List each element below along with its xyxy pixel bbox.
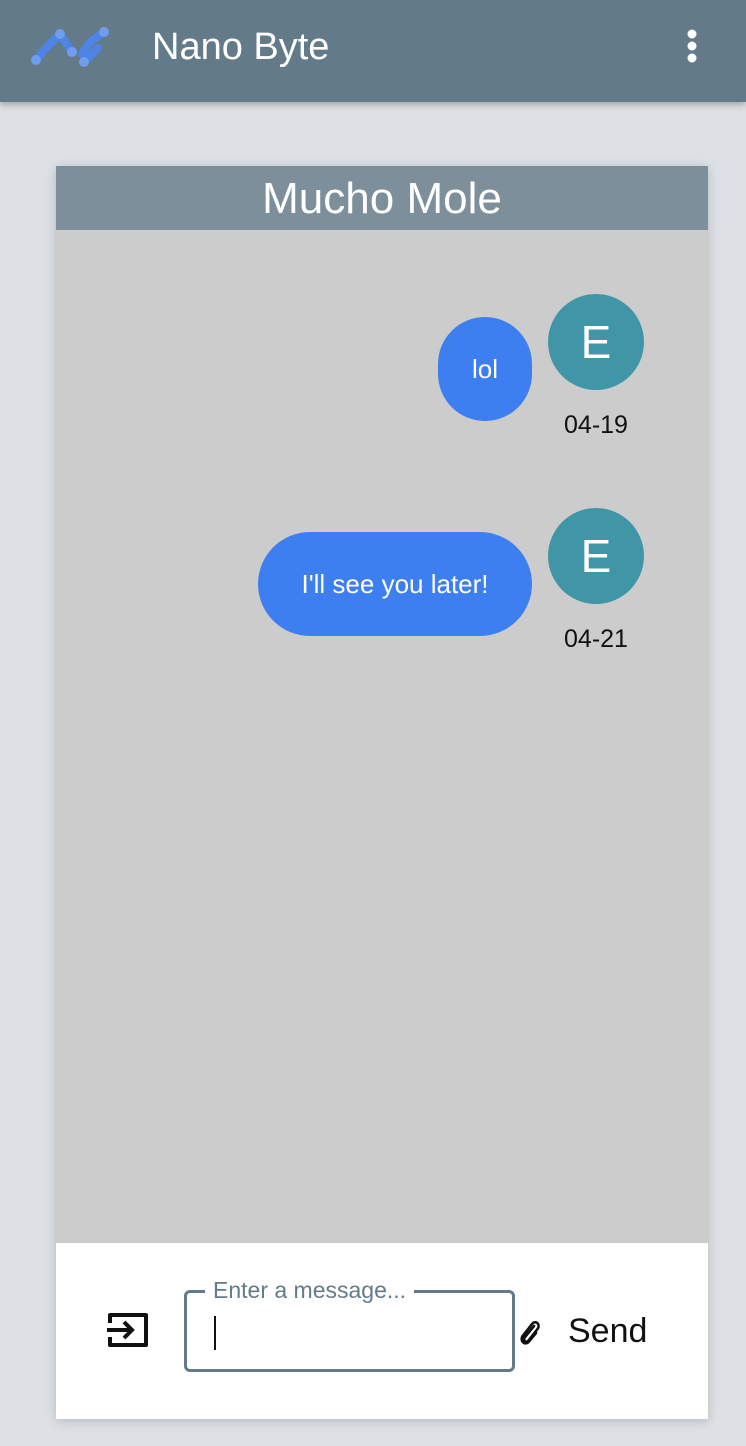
exit-chat-button[interactable] (104, 1309, 152, 1351)
message-field-label: Enter a message... (205, 1276, 415, 1304)
more-menu-button[interactable] (672, 24, 712, 70)
exit-to-app-icon (107, 1313, 148, 1347)
app-title: Nano Byte (152, 26, 330, 68)
message-date: 04-19 (564, 411, 628, 439)
more-vert-icon (687, 29, 697, 63)
message-bubble: I'll see you later! (258, 532, 532, 636)
attach-button[interactable] (518, 1317, 542, 1347)
message-input[interactable] (205, 1307, 501, 1353)
message-list[interactable]: lol E 04-19 I'll see you later! E 04-21 (56, 230, 708, 1243)
chat-header: Mucho Mole (56, 166, 708, 230)
avatar[interactable]: E (548, 508, 644, 604)
chat-title: Mucho Mole (262, 174, 502, 223)
message-date: 04-21 (564, 625, 628, 653)
avatar[interactable]: E (548, 294, 644, 390)
send-button[interactable]: Send (568, 1305, 678, 1357)
message-bubble: lol (438, 317, 532, 421)
text-caret (214, 1316, 216, 1350)
paperclip-icon (520, 1320, 540, 1345)
message-composer: Enter a message... Send (56, 1243, 708, 1419)
message-field: Enter a message... (184, 1276, 515, 1372)
chat-card: Mucho Mole lol E 04-19 I'll see you late… (56, 166, 708, 1419)
app-bar: Nano Byte (0, 0, 746, 102)
nano-logo-icon (31, 27, 109, 67)
